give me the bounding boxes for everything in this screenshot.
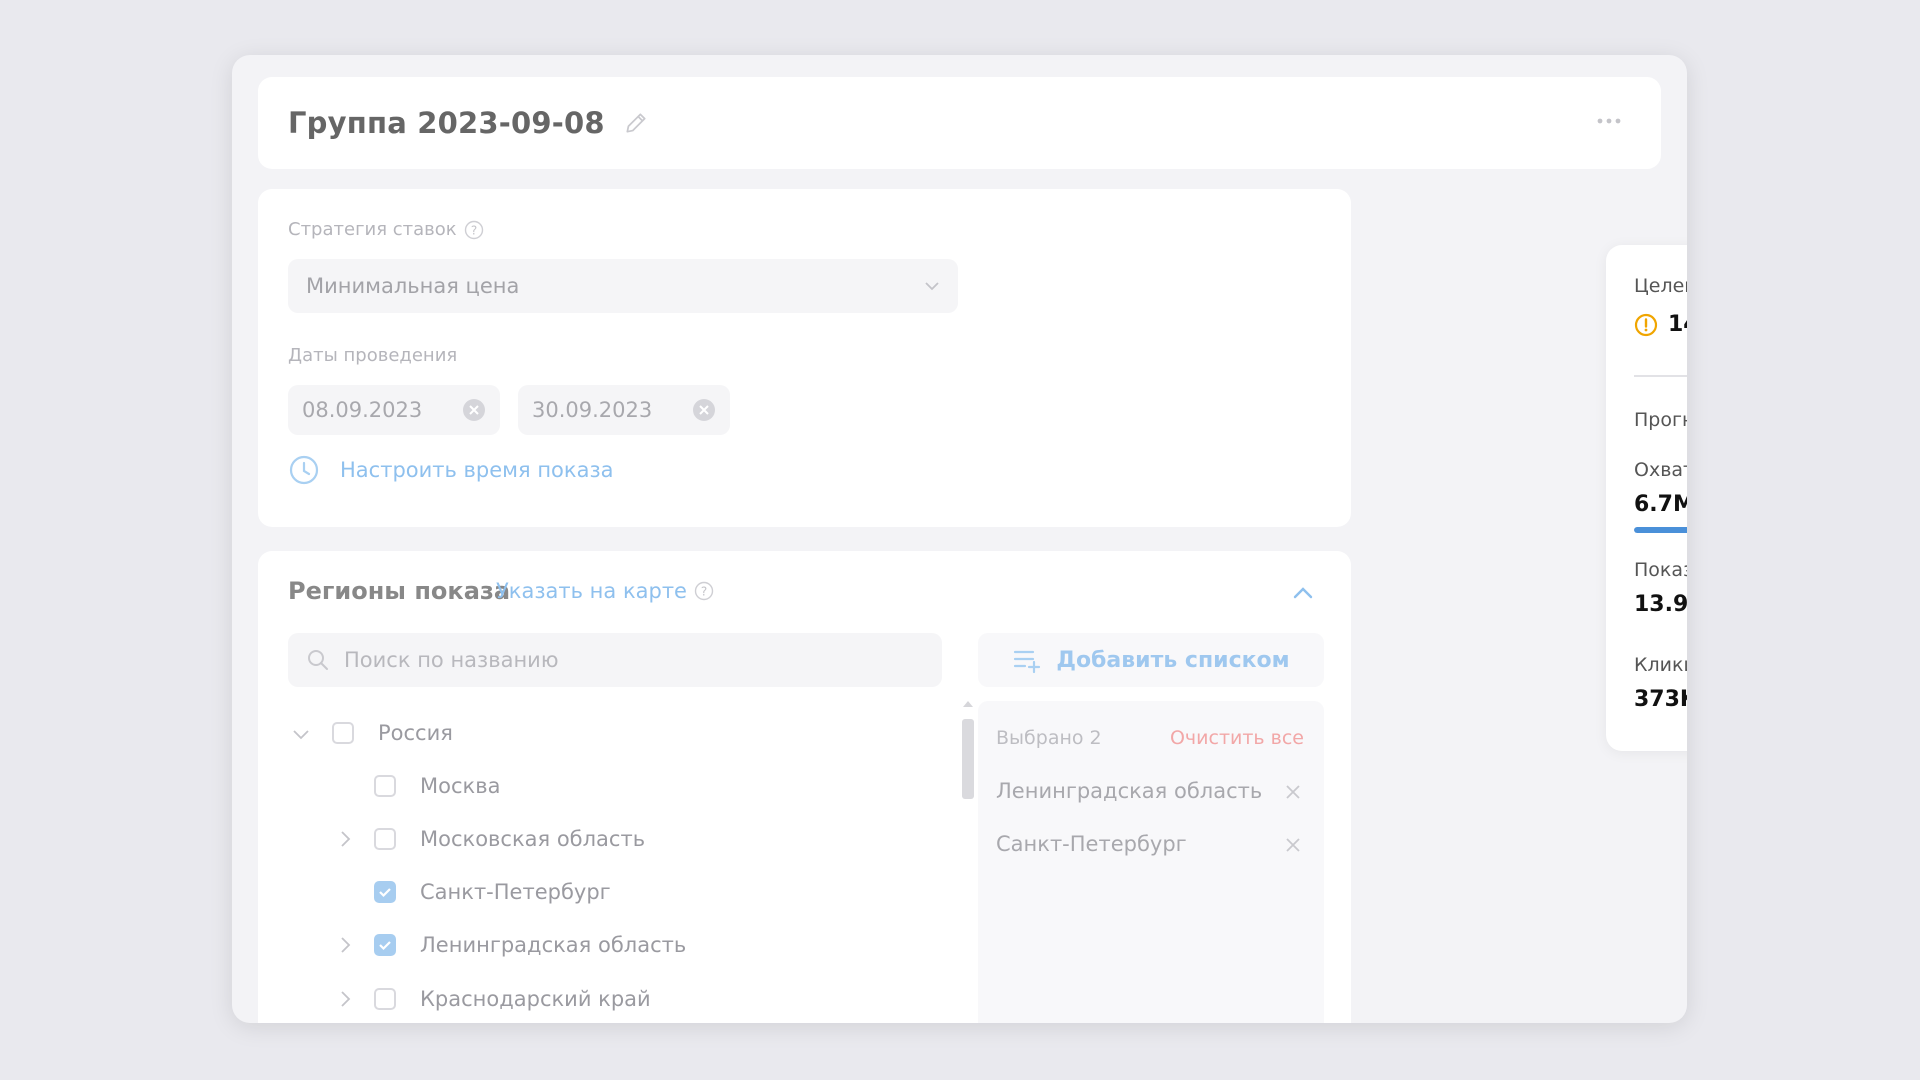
clicks-label: Клики [1634, 654, 1687, 676]
remove-icon[interactable] [1284, 782, 1302, 800]
date-end-input[interactable]: 30.09.2023 [518, 385, 730, 435]
help-icon[interactable]: ? [694, 581, 714, 601]
page-title: Группа 2023-09-08 [288, 106, 605, 140]
schedule-link[interactable]: Настроить время показа [288, 454, 614, 486]
chevron-right-icon[interactable] [334, 828, 356, 850]
clicks-label-row: Клики ? [1634, 654, 1687, 676]
map-link-label: Указать на карте [496, 579, 687, 603]
svg-text:?: ? [701, 585, 707, 599]
tree-item-krasnodar[interactable]: Краснодарский край [374, 987, 651, 1011]
warning-icon [1634, 313, 1658, 336]
selected-item-label: Санкт-Петербург [996, 832, 1187, 856]
bid-strategy-label-row: Стратегия ставок ? [288, 219, 484, 240]
tree-item-label: Ленинградская область [420, 933, 687, 957]
header-card: Группа 2023-09-08 [258, 77, 1661, 169]
more-options-icon[interactable] [1595, 111, 1623, 131]
clear-icon[interactable] [462, 398, 486, 422]
checkbox[interactable] [374, 988, 396, 1010]
selected-item-label: Ленинградская область [996, 779, 1263, 803]
date-start-input[interactable]: 08.09.2023 [288, 385, 500, 435]
ad-group-window: Группа 2023-09-08 Стратегия ставок ? Мин… [232, 55, 1687, 1023]
clicks-value: 373K — 414K [1634, 687, 1687, 712]
selected-regions-panel: Выбрано 2 Очистить все Ленинградская обл… [978, 701, 1324, 1023]
tree-item-spb[interactable]: Санкт-Петербург [374, 880, 611, 904]
checkbox[interactable] [374, 775, 396, 797]
tree-item-label: Краснодарский край [420, 987, 651, 1011]
tree-item-leningrad-region[interactable]: Ленинградская область [374, 933, 686, 957]
region-search-input[interactable]: Поиск по названию [288, 633, 942, 687]
map-link[interactable]: Указать на карте ? [496, 579, 714, 603]
divider [1634, 375, 1687, 377]
tree-item-moscow-region[interactable]: Московская область [374, 827, 645, 851]
audience-value-row: 14 238 000 чел. [1634, 312, 1687, 337]
schedule-link-label: Настроить время показа [340, 458, 614, 482]
checkbox[interactable] [332, 722, 354, 744]
chevron-down-icon [922, 276, 942, 296]
audience-label: Целевая аудитория [1634, 275, 1687, 297]
dates-label: Даты проведения [288, 345, 458, 366]
regions-title: Регионы показа [288, 577, 511, 605]
impressions-value: 13.9M — 15.4M [1634, 592, 1687, 617]
scroll-thumb[interactable] [962, 719, 974, 799]
impressions-label-row: Показы ? [1634, 559, 1687, 581]
forecast-period-label: Прогноз за 7 дней [1634, 409, 1687, 431]
chevron-right-icon[interactable] [334, 934, 356, 956]
search-placeholder: Поиск по названию [344, 648, 559, 672]
reach-label: Охват ~50% [1634, 459, 1687, 481]
tree-item-label: Москва [420, 774, 501, 798]
add-list-button[interactable]: Добавить списком [978, 633, 1324, 687]
checkbox-checked[interactable] [374, 881, 396, 903]
date-end-value: 30.09.2023 [532, 398, 653, 422]
tree-item-russia[interactable]: Россия [332, 721, 453, 745]
regions-card: Регионы показа Указать на карте ? Поиск … [258, 551, 1351, 1023]
scrollbar[interactable] [958, 699, 978, 1023]
date-start-value: 08.09.2023 [302, 398, 423, 422]
tree-item-label: Россия [378, 721, 453, 745]
bid-strategy-select[interactable]: Минимальная цена [288, 259, 958, 313]
forecast-card: Целевая аудитория ? 14 238 000 чел. Прог… [1606, 245, 1687, 751]
clock-icon [288, 454, 320, 486]
chevron-right-icon[interactable] [334, 988, 356, 1010]
clear-all-link[interactable]: Очистить все [1170, 727, 1304, 749]
tree-item-label: Московская область [420, 827, 646, 851]
add-list-label: Добавить списком [1056, 647, 1290, 673]
add-list-icon [1014, 650, 1041, 674]
tree-item-label: Санкт-Петербург [420, 880, 611, 904]
chevron-down-icon[interactable] [290, 723, 312, 745]
tree-item-moscow[interactable]: Москва [374, 774, 500, 798]
bid-strategy-label: Стратегия ставок [288, 219, 457, 240]
selected-item: Ленинградская область [996, 779, 1310, 803]
reach-progress-bar [1634, 527, 1687, 533]
checkbox[interactable] [374, 828, 396, 850]
reach-value: 6.7M — 7.5M [1634, 492, 1687, 517]
reach-label-row: Охват ~50% ? [1634, 459, 1687, 481]
chevron-up-icon[interactable] [1289, 579, 1317, 607]
scroll-up-icon[interactable] [962, 699, 974, 709]
pencil-icon[interactable] [623, 110, 649, 136]
selected-count: Выбрано 2 [996, 727, 1102, 749]
search-icon [308, 650, 328, 670]
checkbox-checked[interactable] [374, 934, 396, 956]
audience-label-row: Целевая аудитория ? [1634, 275, 1687, 297]
settings-card: Стратегия ставок ? Минимальная цена Даты… [258, 189, 1351, 527]
bid-strategy-value: Минимальная цена [306, 274, 520, 298]
svg-text:?: ? [471, 223, 477, 237]
impressions-label: Показы [1634, 559, 1687, 581]
selected-item: Санкт-Петербург [996, 832, 1310, 856]
reach-progress-fill [1634, 527, 1687, 533]
clear-icon[interactable] [692, 398, 716, 422]
remove-icon[interactable] [1284, 835, 1302, 853]
audience-value: 14 238 000 чел. [1668, 312, 1687, 337]
help-icon[interactable]: ? [464, 220, 484, 240]
